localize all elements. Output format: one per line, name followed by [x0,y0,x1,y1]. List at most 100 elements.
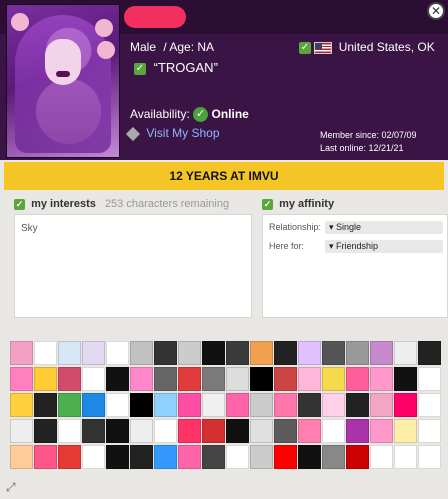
sticker[interactable] [322,367,345,391]
sticker[interactable] [346,367,369,391]
sticker[interactable] [226,393,249,417]
close-button[interactable]: ✕ [427,2,445,20]
sticker[interactable] [34,445,57,469]
sticker[interactable] [418,419,441,443]
sticker[interactable] [274,445,297,469]
sticker[interactable] [130,419,153,443]
sticker[interactable] [346,393,369,417]
sticker[interactable] [34,367,57,391]
sticker[interactable] [130,341,153,365]
sticker[interactable] [82,367,105,391]
sticker[interactable] [58,445,81,469]
sticker[interactable] [58,393,81,417]
expand-icon[interactable]: ⤢ [6,481,18,493]
sticker[interactable] [298,393,321,417]
sticker[interactable] [250,341,273,365]
sticker[interactable] [82,445,105,469]
visit-shop-link[interactable]: Visit My Shop [146,126,219,140]
sticker[interactable] [82,419,105,443]
sticker[interactable] [298,419,321,443]
visit-shop[interactable]: Visit My Shop [125,126,220,141]
sticker[interactable] [154,419,177,443]
sticker[interactable] [370,393,393,417]
check-icon[interactable]: ✓ [134,62,146,75]
check-icon[interactable]: ✓ [262,198,273,210]
sticker[interactable] [82,341,105,365]
sticker[interactable] [58,367,81,391]
sticker[interactable] [202,393,225,417]
sticker[interactable] [154,367,177,391]
sticker[interactable] [250,419,273,443]
sticker[interactable] [130,393,153,417]
sticker[interactable] [106,393,129,417]
sticker[interactable] [322,419,345,443]
sticker[interactable] [346,419,369,443]
sticker[interactable] [82,393,105,417]
sticker[interactable] [10,419,33,443]
sticker[interactable] [322,445,345,469]
sticker[interactable] [202,367,225,391]
sticker[interactable] [106,367,129,391]
sticker[interactable] [202,341,225,365]
sticker[interactable] [154,393,177,417]
sticker[interactable] [250,367,273,391]
sticker[interactable] [394,367,417,391]
sticker[interactable] [10,367,33,391]
sticker[interactable] [10,445,33,469]
sticker[interactable] [322,341,345,365]
sticker[interactable] [394,393,417,417]
sticker[interactable] [370,419,393,443]
sticker[interactable] [418,393,441,417]
sticker[interactable] [370,445,393,469]
sticker[interactable] [178,393,201,417]
sticker[interactable] [346,341,369,365]
sticker[interactable] [370,367,393,391]
check-icon[interactable]: ✓ [299,41,311,54]
sticker[interactable] [178,445,201,469]
sticker[interactable] [178,341,201,365]
sticker[interactable] [394,419,417,443]
sticker[interactable] [10,393,33,417]
sticker[interactable] [130,367,153,391]
sticker[interactable] [226,419,249,443]
sticker[interactable] [58,341,81,365]
sticker[interactable] [322,393,345,417]
sticker[interactable] [274,367,297,391]
sticker[interactable] [250,393,273,417]
sticker[interactable] [370,341,393,365]
sticker[interactable] [58,419,81,443]
sticker[interactable] [394,341,417,365]
sticker[interactable] [274,419,297,443]
sticker[interactable] [226,367,249,391]
sticker[interactable] [274,341,297,365]
sticker[interactable] [226,341,249,365]
sticker[interactable] [202,419,225,443]
sticker[interactable] [274,393,297,417]
sticker[interactable] [34,419,57,443]
sticker[interactable] [130,445,153,469]
relationship-select[interactable]: ▾ Single [325,221,443,234]
sticker[interactable] [394,445,417,469]
sticker[interactable] [34,341,57,365]
sticker[interactable] [106,419,129,443]
sticker[interactable] [34,393,57,417]
sticker[interactable] [250,445,273,469]
sticker[interactable] [298,445,321,469]
sticker[interactable] [202,445,225,469]
sticker[interactable] [178,367,201,391]
sticker[interactable] [106,445,129,469]
avatar[interactable] [6,4,120,158]
check-icon[interactable]: ✓ [14,198,25,210]
here-for-select[interactable]: ▾ Friendship [325,240,443,253]
sticker[interactable] [418,445,441,469]
sticker[interactable] [178,419,201,443]
sticker[interactable] [418,341,441,365]
sticker[interactable] [226,445,249,469]
sticker[interactable] [346,445,369,469]
sticker[interactable] [418,367,441,391]
sticker[interactable] [106,341,129,365]
sticker[interactable] [154,445,177,469]
sticker[interactable] [298,367,321,391]
sticker[interactable] [10,341,33,365]
interests-panel[interactable]: Sky [14,214,252,318]
